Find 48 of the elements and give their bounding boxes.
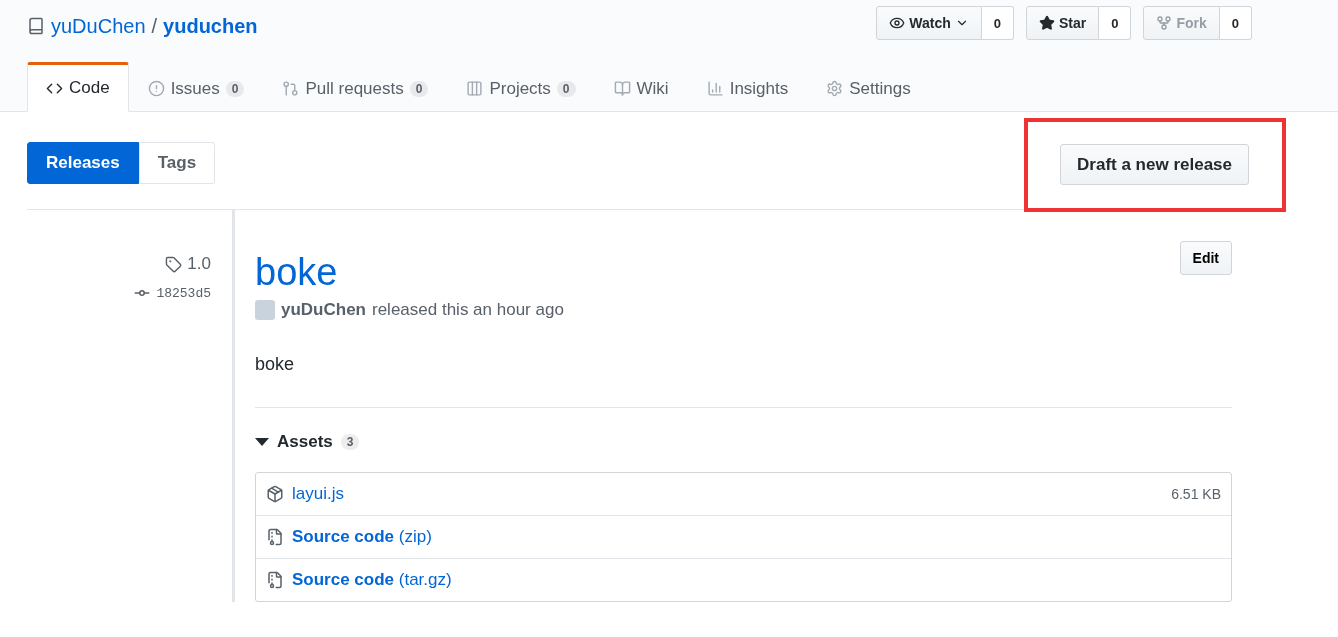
nav-tab[interactable]: Code — [27, 62, 129, 112]
asset-link[interactable]: Source code (zip) — [292, 527, 1221, 547]
tab-counter: 0 — [409, 80, 429, 97]
alert-circle-icon — [147, 80, 165, 97]
release-title[interactable]: boke — [255, 251, 338, 294]
tab-counter: 0 — [225, 80, 245, 97]
owner-link[interactable]: yuDuChen — [51, 14, 146, 38]
draft-release-button[interactable]: Draft a new release — [1060, 144, 1249, 185]
social-count[interactable]: 0 — [981, 6, 1014, 40]
package-icon — [266, 485, 284, 503]
tab-counter: 0 — [556, 80, 576, 97]
assets-counter: 3 — [340, 434, 360, 450]
asset-link[interactable]: Source code (tar.gz) — [292, 570, 1221, 590]
author-link[interactable]: yuDuChen — [281, 300, 366, 320]
nav-tab[interactable]: Pull requests 0 — [263, 62, 448, 112]
social-count[interactable]: 0 — [1099, 6, 1132, 40]
asset-size: 6.51 KB — [1171, 486, 1221, 502]
bar-chart-icon — [706, 80, 724, 97]
watch-button[interactable]: Watch — [876, 6, 982, 40]
nav-tab[interactable]: Projects 0 — [447, 62, 595, 112]
fork-icon — [1156, 15, 1173, 31]
nav-tab[interactable]: Wiki — [594, 62, 688, 112]
columns-icon — [466, 80, 484, 97]
path-separator: / — [151, 14, 158, 38]
release-meta: released this an hour ago — [372, 300, 564, 320]
avatar-placeholder — [255, 300, 275, 320]
archive-file-icon — [266, 571, 284, 589]
pull-request-icon — [282, 80, 300, 97]
nav-tab[interactable]: Settings — [807, 62, 930, 112]
subnav-tab[interactable]: Releases — [27, 142, 139, 184]
edit-button[interactable]: Edit — [1179, 241, 1232, 275]
repo-link[interactable]: yuduchen — [163, 14, 258, 38]
tag-label[interactable]: 1.0 — [165, 254, 211, 274]
asset-link[interactable]: layui.js — [292, 484, 1164, 504]
commit-label[interactable]: 18253d5 — [133, 284, 211, 302]
nav-tab[interactable]: Insights — [687, 62, 808, 112]
release-body: boke — [255, 354, 296, 375]
tag-icon — [165, 255, 183, 273]
nav-tab[interactable]: Issues 0 — [128, 62, 264, 112]
archive-file-icon — [266, 528, 284, 546]
eye-icon — [889, 15, 906, 31]
star-icon — [1038, 15, 1055, 31]
assets-toggle[interactable]: Assets 3 — [255, 432, 360, 452]
subnav-tab[interactable]: Tags — [138, 142, 216, 184]
book-icon — [613, 80, 631, 97]
settings-icon — [826, 80, 844, 97]
repo-icon — [27, 17, 45, 35]
star-button[interactable]: Star — [1025, 6, 1100, 40]
